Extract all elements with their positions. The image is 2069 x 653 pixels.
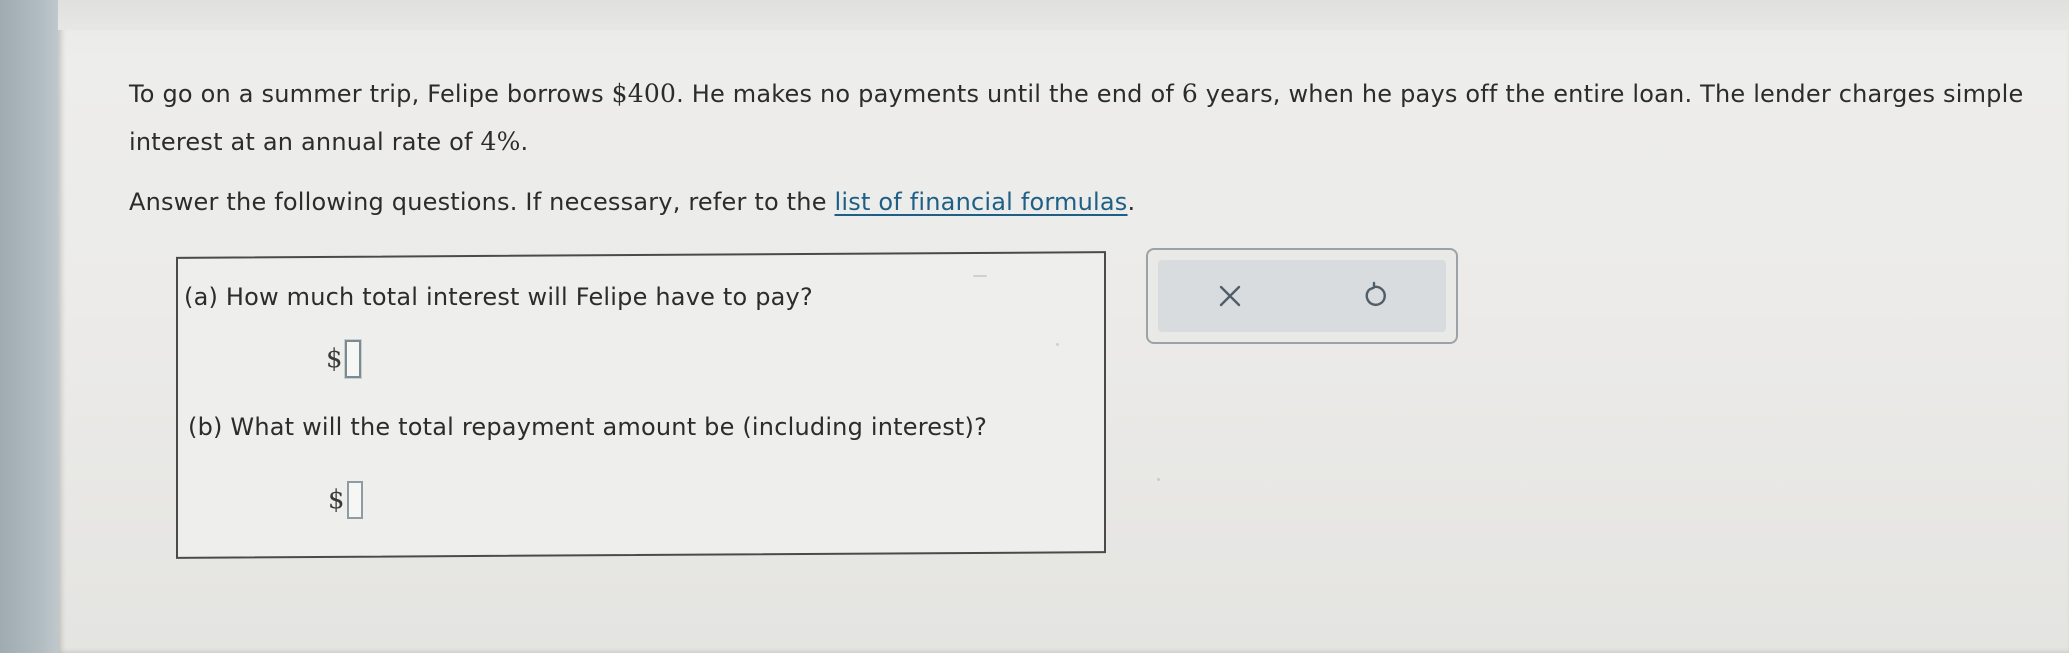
instructions: Answer the following questions. If neces… bbox=[129, 186, 1135, 218]
interest-answer-input[interactable] bbox=[344, 340, 361, 378]
answer-tools-panel bbox=[1146, 248, 1458, 344]
clear-button[interactable] bbox=[1158, 260, 1302, 332]
question-a: (a) How much total interest will Felipe … bbox=[184, 283, 813, 311]
answer-row-a: $ bbox=[326, 340, 361, 378]
undo-icon bbox=[1365, 281, 1386, 307]
loan-years: 6 bbox=[1181, 79, 1198, 108]
close-icon bbox=[1219, 285, 1241, 307]
loan-amount: $400 bbox=[611, 79, 677, 108]
screen-smudge bbox=[973, 275, 987, 277]
interest-rate: 4% bbox=[480, 127, 521, 156]
undo-button[interactable] bbox=[1302, 260, 1446, 332]
answer-row-b: $ bbox=[328, 481, 363, 519]
currency-symbol-b: $ bbox=[328, 485, 345, 515]
instructions-text: Answer the following questions. If neces… bbox=[129, 188, 835, 216]
screen-bezel bbox=[0, 0, 62, 653]
financial-formulas-link[interactable]: list of financial formulas bbox=[835, 188, 1128, 216]
question-b: (b) What will the total repayment amount… bbox=[188, 413, 988, 441]
problem-statement: To go on a summer trip, Felipe borrows $… bbox=[129, 70, 2029, 166]
currency-symbol-a: $ bbox=[326, 344, 343, 374]
top-strip bbox=[58, 0, 2069, 30]
problem-text-1: To go on a summer trip, Felipe borrows bbox=[129, 80, 612, 108]
problem-text-2: . He makes no payments until the end of bbox=[676, 80, 1182, 108]
answer-tools-bar bbox=[1158, 260, 1446, 332]
repayment-answer-input[interactable] bbox=[346, 481, 363, 519]
screen-smudge bbox=[1056, 343, 1059, 346]
instructions-end: . bbox=[1127, 188, 1136, 216]
screen-smudge bbox=[1157, 478, 1160, 481]
problem-text-4: . bbox=[520, 128, 529, 156]
